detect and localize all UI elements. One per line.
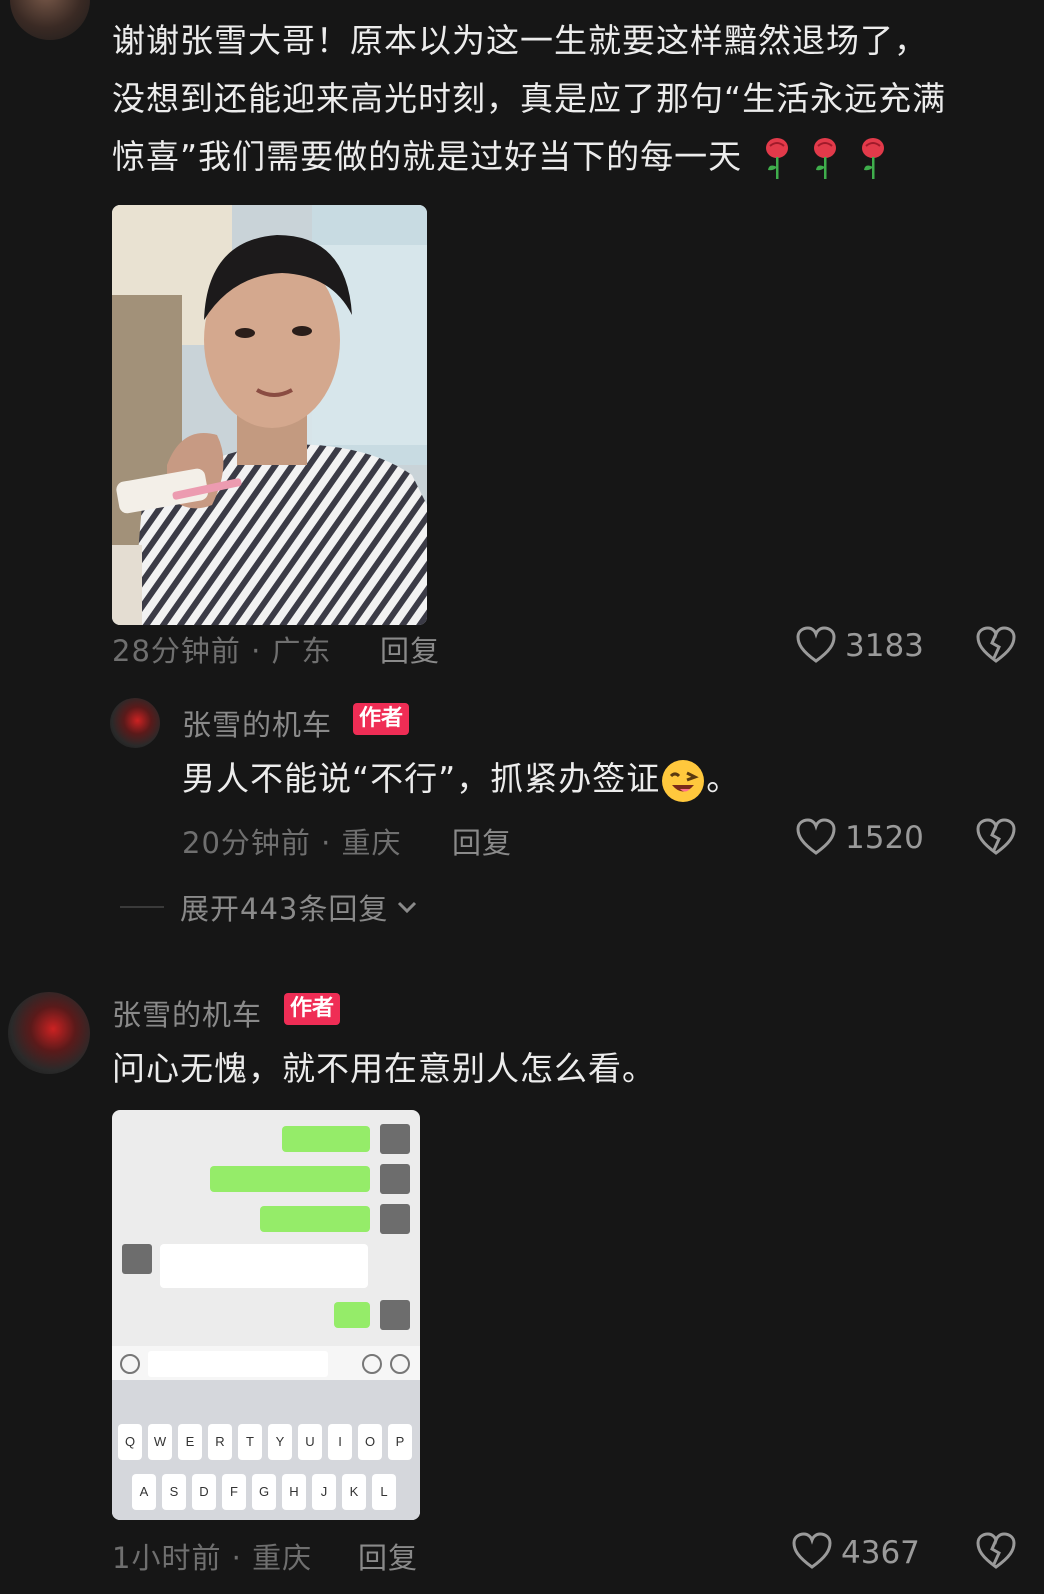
author-badge: 作者 — [284, 993, 341, 1025]
author-name[interactable]: 张雪的机车 — [182, 702, 332, 744]
expand-divider — [120, 906, 164, 908]
keyboard-key: H — [282, 1474, 306, 1510]
commenter-avatar[interactable] — [10, 0, 90, 40]
comment-time-location: 1小时前 · 重庆 — [112, 1541, 313, 1575]
rose-emoji — [764, 137, 790, 181]
chat-bubble-sent — [260, 1206, 370, 1232]
keyboard-key: D — [192, 1474, 216, 1510]
keyboard-key: S — [162, 1474, 186, 1510]
keyboard-key: O — [358, 1424, 382, 1460]
wink-emoji — [660, 758, 706, 804]
author-name[interactable]: 张雪的机车 — [112, 992, 262, 1034]
reply-text: 男人不能说“不行”，抓紧办签证。 — [182, 750, 1022, 808]
keyboard-key: I — [328, 1424, 352, 1460]
expand-replies-button[interactable]: 展开443条回复 — [180, 886, 418, 928]
chat-input-bar — [112, 1346, 420, 1382]
chat-bubble-sent — [334, 1302, 370, 1328]
keyboard-key: Y — [268, 1424, 292, 1460]
broken-heart-icon[interactable] — [976, 818, 1016, 856]
keyboard-key: F — [222, 1474, 246, 1510]
comment-photo[interactable]: Q W E R T Y U I O P A S D F G H J K L — [112, 1110, 420, 1520]
keyboard-key: T — [238, 1424, 262, 1460]
keyboard-key: P — [388, 1424, 412, 1460]
heart-icon[interactable] — [796, 626, 836, 664]
comment-text-line-3: 惊喜”我们需要做的就是过好当下的每一天 — [112, 128, 1022, 186]
keyboard-key: G — [252, 1474, 276, 1510]
comment-text: 问心无愧，就不用在意别人怎么看。 — [112, 1049, 656, 1088]
rose-emoji — [860, 137, 886, 181]
chat-bubble-sent — [210, 1166, 370, 1192]
heart-icon[interactable] — [796, 818, 836, 856]
author-avatar[interactable] — [110, 698, 160, 748]
like-count: 4367 — [841, 1535, 920, 1571]
expand-replies-label: 展开443条回复 — [180, 892, 389, 926]
keyboard-key: R — [208, 1424, 232, 1460]
comment-time-location: 28分钟前 · 广东 — [112, 634, 332, 668]
chat-avatar — [380, 1164, 410, 1194]
broken-heart-icon[interactable] — [976, 626, 1016, 664]
chat-avatar — [380, 1300, 410, 1330]
keyboard-key: L — [372, 1474, 396, 1510]
keyboard-key: Q — [118, 1424, 142, 1460]
keyboard-key: A — [132, 1474, 156, 1510]
reply-button[interactable]: 回复 — [358, 1535, 418, 1577]
like-count: 3183 — [845, 628, 924, 664]
author-avatar[interactable] — [8, 992, 90, 1074]
rose-emoji — [812, 137, 838, 181]
chat-avatar — [380, 1124, 410, 1154]
comment-text: 谢谢张雪大哥！原本以为这一生就要这样黯然退场了， 没想到还能迎来高光时刻，真是应… — [112, 12, 1022, 186]
keyboard-key: K — [342, 1474, 366, 1510]
like-count: 1520 — [845, 820, 924, 856]
chat-bubble-sent — [282, 1126, 370, 1152]
reply-button[interactable]: 回复 — [380, 628, 440, 670]
chat-keyboard: Q W E R T Y U I O P A S D F G H J K L — [112, 1380, 420, 1520]
chevron-down-icon — [396, 900, 418, 914]
chat-avatar — [122, 1244, 152, 1274]
comment-photo[interactable] — [112, 205, 427, 625]
heart-icon[interactable] — [792, 1532, 832, 1570]
keyboard-key: J — [312, 1474, 336, 1510]
chat-avatar — [380, 1204, 410, 1234]
reply-time-location: 20分钟前 · 重庆 — [182, 826, 402, 860]
keyboard-key: U — [298, 1424, 322, 1460]
broken-heart-icon[interactable] — [976, 1532, 1016, 1570]
reply-button[interactable]: 回复 — [452, 820, 512, 862]
comment-text-line-1: 谢谢张雪大哥！原本以为这一生就要这样黯然退场了， — [112, 21, 928, 60]
keyboard-key: E — [178, 1424, 202, 1460]
keyboard-key: W — [148, 1424, 172, 1460]
author-badge: 作者 — [353, 703, 410, 735]
chat-bubble-received — [160, 1244, 368, 1288]
comment-text-line-2: 没想到还能迎来高光时刻，真是应了那句“生活永远充满 — [112, 79, 947, 118]
